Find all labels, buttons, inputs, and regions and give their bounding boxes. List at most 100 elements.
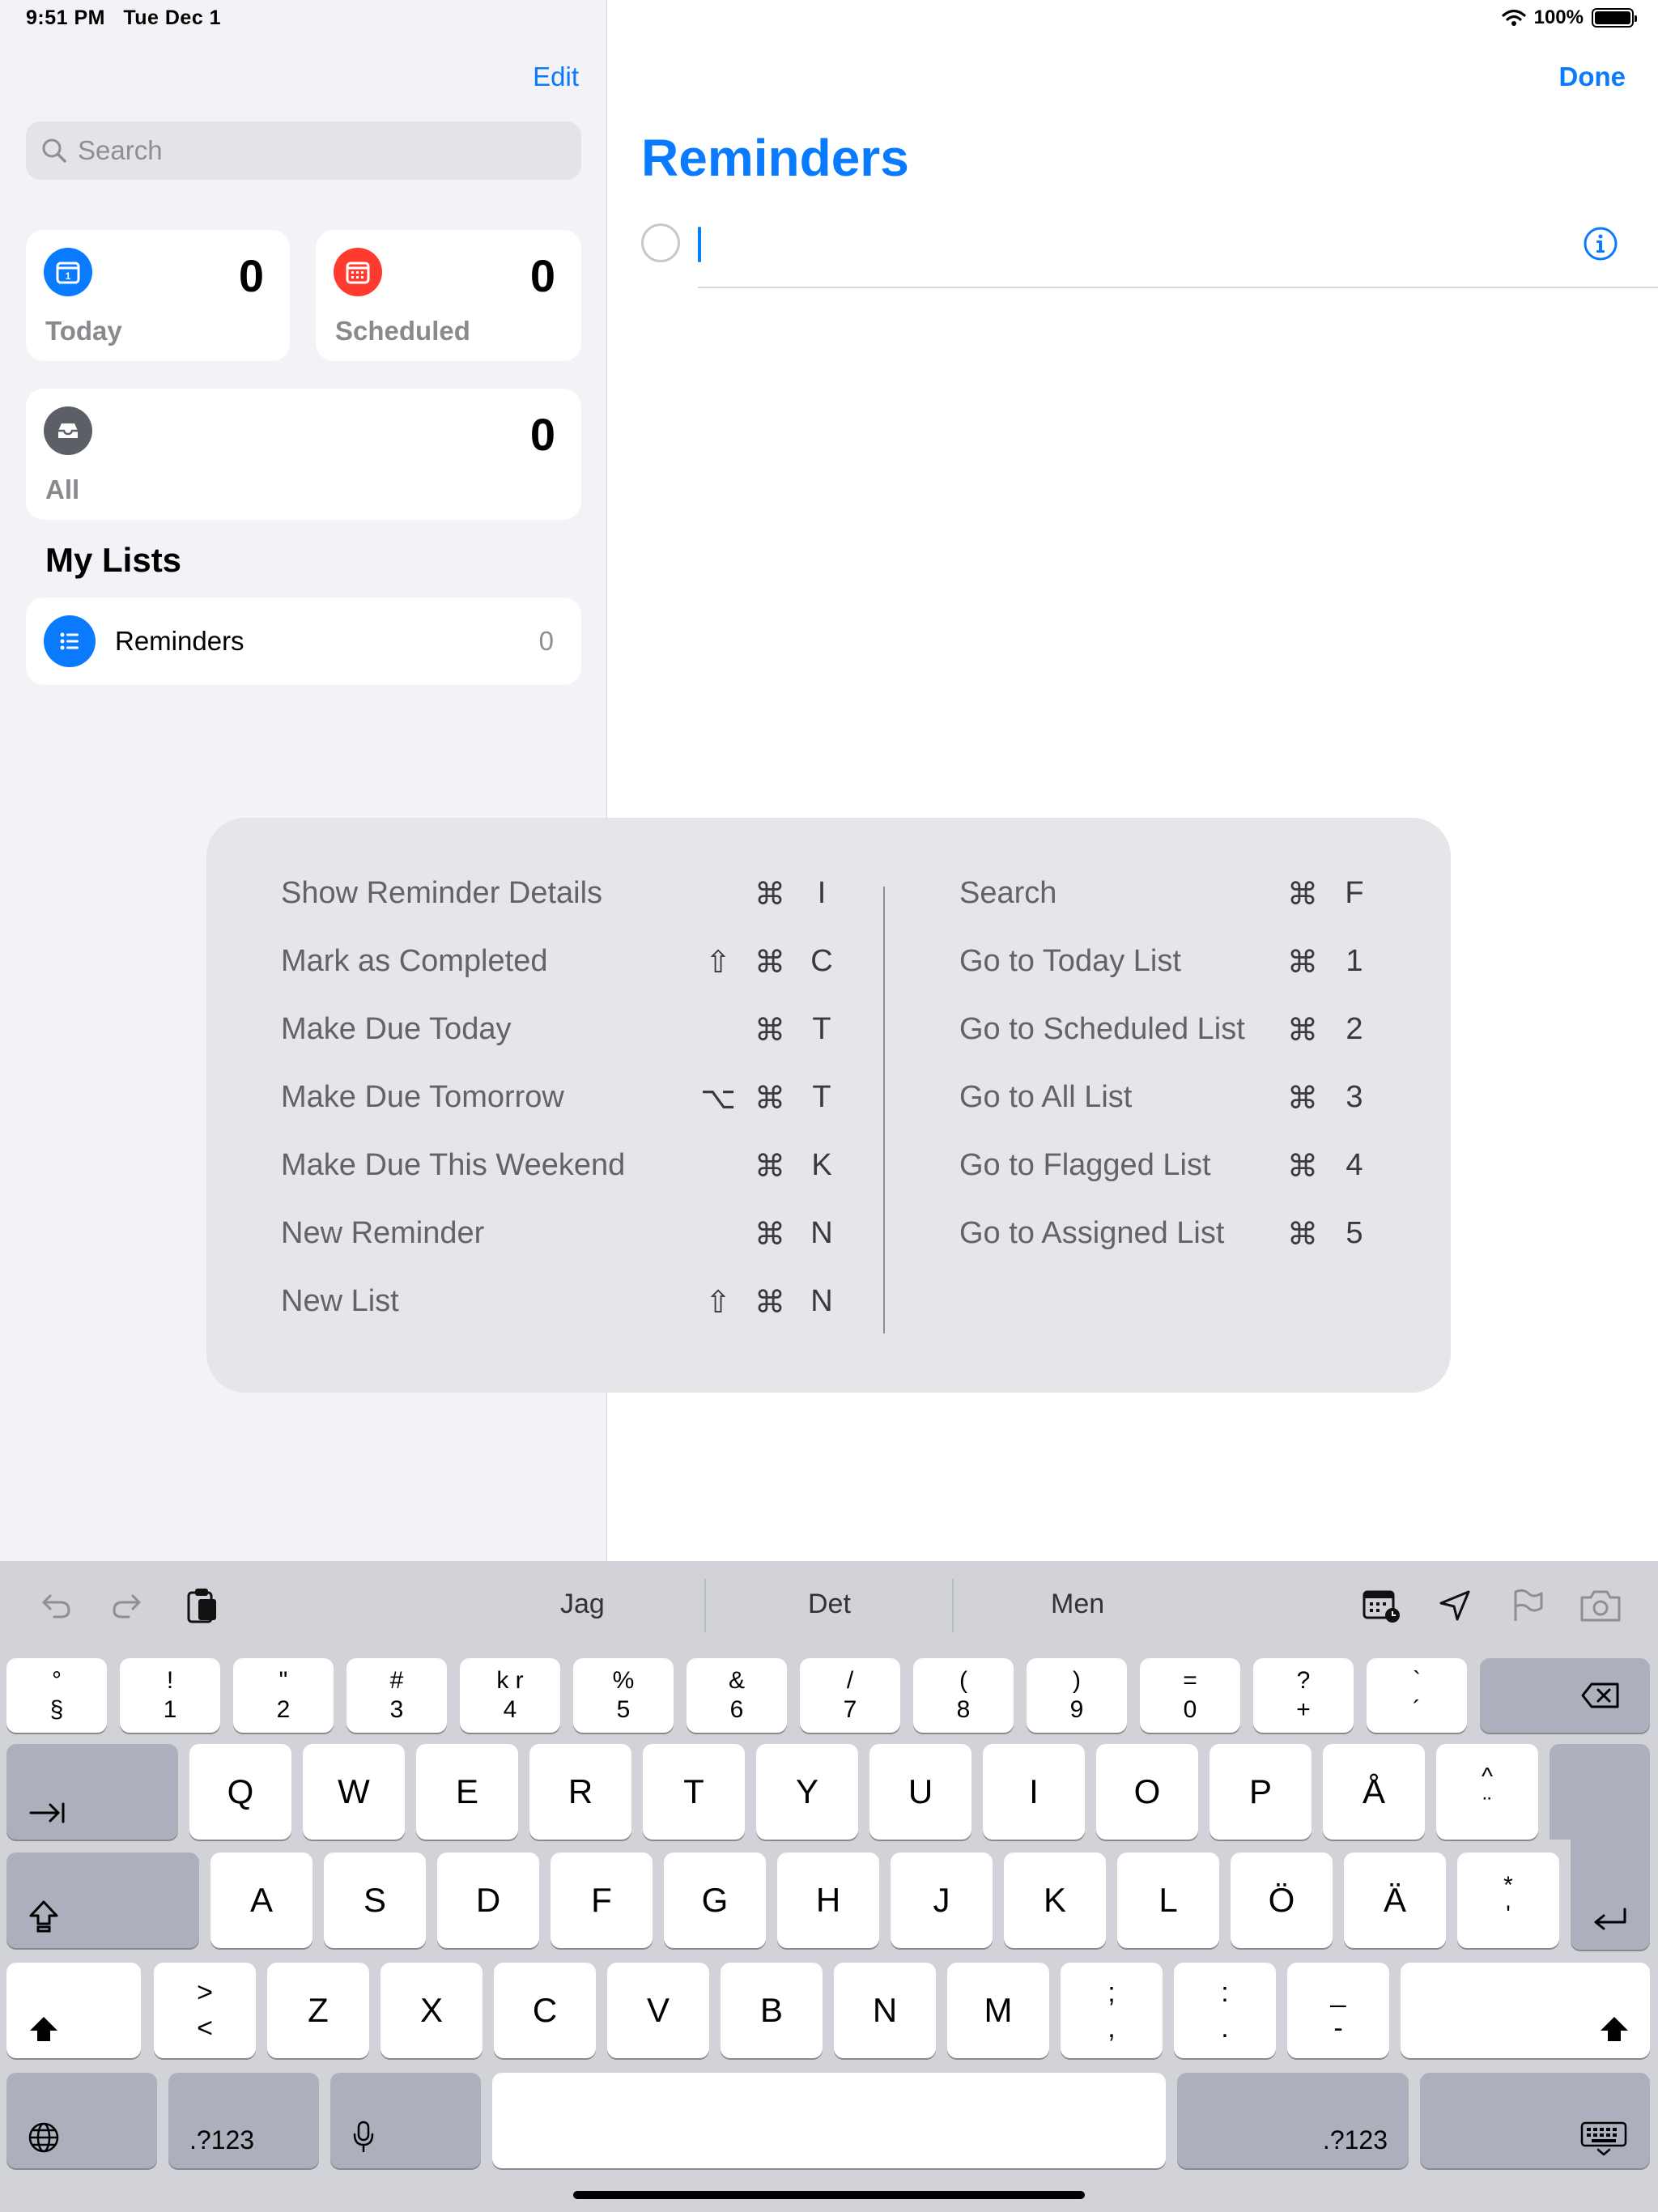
- key-glyph: 4: [1346, 1148, 1363, 1182]
- key-6[interactable]: & 6: [687, 1658, 787, 1733]
- key-plus[interactable]: ? +: [1253, 1658, 1354, 1733]
- key-j[interactable]: J: [891, 1853, 993, 1948]
- completion-circle[interactable]: [641, 223, 680, 262]
- key-caret[interactable]: ^ ¨: [1436, 1744, 1538, 1840]
- key-shift-char: !: [166, 1667, 174, 1694]
- key-n[interactable]: N: [834, 1963, 936, 2058]
- key-shift-char: #: [389, 1667, 404, 1694]
- key-r[interactable]: R: [529, 1744, 631, 1840]
- key-glyph: T: [812, 1080, 831, 1114]
- key-1[interactable]: ! 1: [120, 1658, 220, 1733]
- key-i[interactable]: I: [983, 1744, 1085, 1840]
- key-0[interactable]: = 0: [1140, 1658, 1240, 1733]
- suggestion-1[interactable]: Jag: [560, 1589, 605, 1620]
- key-v[interactable]: V: [607, 1963, 709, 2058]
- my-lists-heading: My Lists: [45, 541, 182, 579]
- key-a[interactable]: A: [210, 1853, 312, 1948]
- numbers-key-left[interactable]: .?123: [168, 2073, 319, 2168]
- shortcut-keys: ⌘ 1: [1277, 944, 1380, 981]
- key-2[interactable]: " 2: [233, 1658, 334, 1733]
- key-m[interactable]: M: [947, 1963, 1049, 2058]
- dismiss-keyboard-key[interactable]: [1420, 2073, 1650, 2168]
- home-indicator[interactable]: [573, 2191, 1085, 2199]
- key-accent[interactable]: ` ´: [1367, 1658, 1467, 1733]
- paste-icon[interactable]: [180, 1584, 223, 1627]
- key-o-umlaut[interactable]: Ö: [1231, 1853, 1333, 1948]
- return-key-top[interactable]: [1550, 1744, 1650, 1840]
- caps-lock-key[interactable]: [6, 1853, 199, 1948]
- new-reminder-row[interactable]: [641, 220, 1658, 288]
- key-colon[interactable]: :.: [1174, 1963, 1276, 2058]
- calendar-icon[interactable]: [1360, 1584, 1404, 1627]
- key-char: +: [1296, 1696, 1311, 1723]
- search-input[interactable]: Search: [26, 121, 581, 180]
- globe-key[interactable]: [6, 2073, 157, 2168]
- key-5[interactable]: % 5: [573, 1658, 674, 1733]
- key-l[interactable]: L: [1117, 1853, 1219, 1948]
- tab-key[interactable]: [6, 1744, 178, 1840]
- key-y[interactable]: Y: [756, 1744, 858, 1840]
- key-b[interactable]: B: [721, 1963, 823, 2058]
- key-x[interactable]: X: [380, 1963, 483, 2058]
- shift-icon: [30, 2017, 57, 2041]
- key-section[interactable]: ° §: [6, 1658, 107, 1733]
- shortcut-row: Show Reminder Details ⌘ I: [281, 876, 848, 944]
- key-q[interactable]: Q: [189, 1744, 291, 1840]
- globe-icon: [28, 2122, 59, 2153]
- key-t[interactable]: T: [643, 1744, 745, 1840]
- key-a-ring[interactable]: Å: [1323, 1744, 1425, 1840]
- key-s[interactable]: S: [324, 1853, 426, 1948]
- done-button[interactable]: Done: [1559, 62, 1626, 92]
- key-7[interactable]: /7: [800, 1658, 900, 1733]
- shortcut-row: Make Due This Weekend ⌘ K: [281, 1148, 848, 1216]
- key-f[interactable]: F: [551, 1853, 653, 1948]
- info-icon[interactable]: [1582, 225, 1619, 262]
- key-glyph: I: [817, 876, 827, 910]
- flag-icon[interactable]: [1506, 1584, 1550, 1627]
- key-h[interactable]: H: [777, 1853, 879, 1948]
- numbers-key-right[interactable]: .?123: [1177, 2073, 1409, 2168]
- suggestion-2[interactable]: Det: [808, 1589, 851, 1620]
- key-3[interactable]: #3: [346, 1658, 447, 1733]
- key-g[interactable]: G: [664, 1853, 766, 1948]
- key-asterisk[interactable]: * ': [1457, 1853, 1559, 1948]
- key-p[interactable]: P: [1209, 1744, 1312, 1840]
- list-item-reminders[interactable]: Reminders 0: [26, 598, 581, 685]
- suggestion-3[interactable]: Men: [1051, 1589, 1104, 1620]
- key-o[interactable]: O: [1096, 1744, 1198, 1840]
- key-8[interactable]: (8: [913, 1658, 1014, 1733]
- key-w[interactable]: W: [303, 1744, 405, 1840]
- shift-key-left[interactable]: [6, 1963, 141, 2058]
- key-dash[interactable]: _ -: [1287, 1963, 1389, 2058]
- key-4[interactable]: k r4: [460, 1658, 560, 1733]
- delete-key[interactable]: [1480, 1658, 1650, 1733]
- smart-list-today[interactable]: 1 0 Today: [26, 230, 290, 361]
- key-z[interactable]: Z: [267, 1963, 369, 2058]
- smart-list-all[interactable]: 0 All: [26, 389, 581, 520]
- key-k[interactable]: K: [1004, 1853, 1106, 1948]
- key-glyph: ⌘: [755, 1218, 785, 1252]
- key-semicolon[interactable]: ;,: [1061, 1963, 1163, 2058]
- return-key[interactable]: [1571, 1828, 1650, 1950]
- key-e[interactable]: E: [416, 1744, 518, 1840]
- key-angle-brackets[interactable]: > <: [154, 1963, 256, 2058]
- key-char: .: [1221, 2013, 1229, 2044]
- battery-percent: 100%: [1533, 6, 1584, 28]
- dictation-key[interactable]: [330, 2073, 481, 2168]
- key-a-umlaut[interactable]: Ä: [1344, 1853, 1446, 1948]
- shortcut-keys: ⌘ 4: [1277, 1148, 1380, 1185]
- edit-button[interactable]: Edit: [533, 62, 579, 92]
- space-bar[interactable]: [492, 2073, 1166, 2168]
- location-icon[interactable]: [1433, 1584, 1477, 1627]
- return-icon: [1594, 1908, 1626, 1930]
- undo-icon[interactable]: [34, 1584, 78, 1627]
- shift-key-right[interactable]: [1401, 1963, 1650, 2058]
- smart-list-scheduled[interactable]: 0 Scheduled: [316, 230, 581, 361]
- calendar-grid-icon: [334, 248, 382, 296]
- key-u[interactable]: U: [869, 1744, 971, 1840]
- redo-icon[interactable]: [105, 1584, 149, 1627]
- key-c[interactable]: C: [494, 1963, 596, 2058]
- camera-icon[interactable]: [1579, 1584, 1622, 1627]
- key-9[interactable]: ) 9: [1027, 1658, 1127, 1733]
- key-d[interactable]: D: [437, 1853, 539, 1948]
